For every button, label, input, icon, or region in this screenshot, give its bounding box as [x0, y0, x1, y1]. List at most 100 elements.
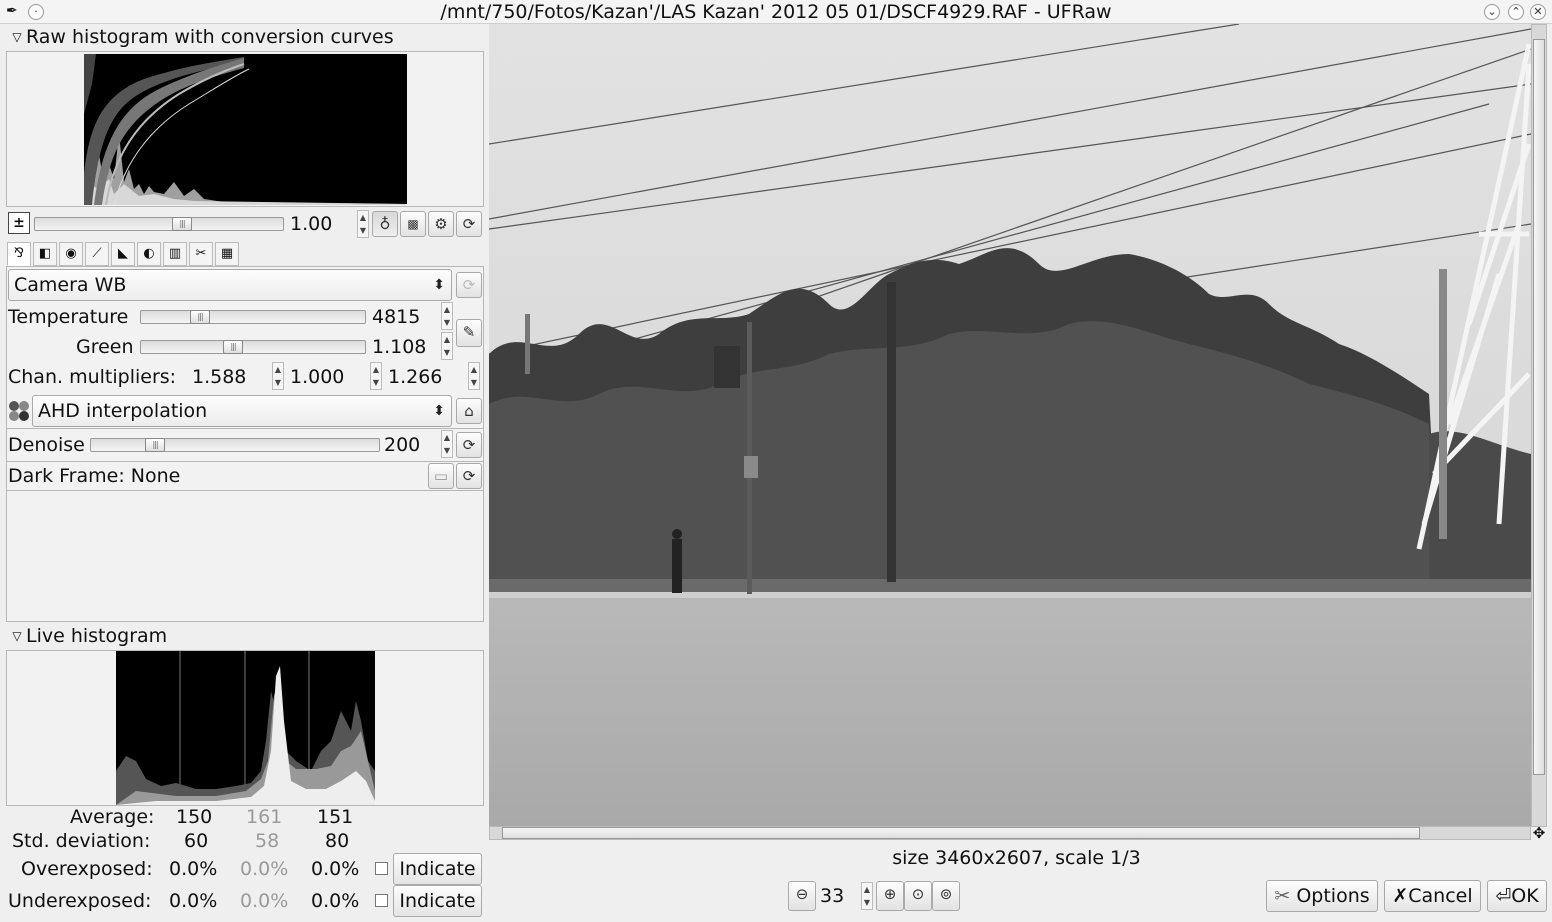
zoom-in-icon[interactable]: ⊕: [876, 881, 904, 911]
image-preview[interactable]: [489, 24, 1531, 827]
raw-histogram: [84, 54, 407, 205]
over-r: 0.0%: [169, 858, 218, 880]
under-g: 0.0%: [240, 890, 289, 912]
zoom-spin-arrows[interactable]: ▲ ▼: [861, 882, 873, 910]
interpolation-value: AHD interpolation: [38, 400, 208, 422]
interpolation-select[interactable]: AHD interpolation ⬍: [32, 395, 452, 427]
cancel-button[interactable]: ✗Cancel: [1384, 880, 1481, 912]
tab-correct-luminosity[interactable]: ◣: [111, 242, 135, 266]
chevron-updown-icon: ⬍: [433, 403, 445, 419]
title-bar: ✒ · /mnt/750/Fotos/Kazan'/LAS Kazan' 201…: [0, 0, 1552, 24]
average-b: 151: [317, 806, 354, 828]
exposure-spin-arrows[interactable]: ▲ ▼: [357, 210, 369, 238]
chan-b-spin-arrows[interactable]: ▲ ▼: [468, 362, 480, 390]
auto-exposure-icon[interactable]: ♁: [372, 211, 398, 237]
denoise-value[interactable]: 200: [384, 433, 420, 457]
denoise-spin-arrows[interactable]: ▲ ▼: [441, 430, 453, 458]
over-b: 0.0%: [311, 858, 360, 880]
temperature-slider[interactable]: |||: [140, 310, 366, 324]
gear-icon[interactable]: ⚙: [428, 211, 454, 237]
chan-multiplier-g[interactable]: 1.000: [290, 365, 344, 389]
over-g: 0.0%: [240, 858, 289, 880]
under-b: 0.0%: [311, 890, 360, 912]
live-histogram: [116, 651, 375, 805]
std-r: 60: [184, 830, 209, 852]
move-icon[interactable]: ✥: [1531, 825, 1547, 841]
folder-icon[interactable]: ▭: [428, 463, 454, 489]
cancel-icon: ✗: [1392, 885, 1409, 907]
reset-icon[interactable]: ⟳: [456, 211, 482, 237]
temperature-spin-arrows[interactable]: ▲ ▼: [441, 302, 453, 330]
green-slider-thumb[interactable]: |||: [223, 340, 243, 354]
indicate-overexposed-button[interactable]: Indicate: [393, 853, 482, 885]
ok-label: OK: [1511, 885, 1539, 907]
horizontal-scrollbar[interactable]: [489, 826, 1531, 840]
cancel-label: Cancel: [1408, 885, 1473, 907]
temperature-slider-thumb[interactable]: |||: [190, 310, 210, 324]
average-g: 161: [246, 806, 283, 828]
chan-multiplier-r[interactable]: 1.588: [192, 365, 246, 389]
zoom-out-icon[interactable]: ⊖: [788, 881, 816, 911]
chan-multipliers-label: Chan. multipliers:: [8, 366, 177, 388]
green-value[interactable]: 1.108: [372, 335, 426, 359]
green-spin-arrows[interactable]: ▲ ▼: [441, 332, 453, 360]
tab-lens-correction[interactable]: ◐: [137, 242, 161, 266]
denoise-slider[interactable]: |||: [90, 438, 380, 452]
options-button[interactable]: ✂ Options: [1266, 880, 1378, 912]
underexposed-checkbox[interactable]: [375, 894, 388, 907]
temperature-label: Temperature: [8, 306, 129, 328]
green-slider[interactable]: |||: [140, 340, 366, 354]
chan-g-spin-arrows[interactable]: ▲ ▼: [370, 362, 382, 390]
average-label: Average:: [70, 806, 155, 828]
denoise-slider-thumb[interactable]: |||: [145, 438, 165, 452]
exposure-slider[interactable]: |||: [34, 217, 284, 231]
overexposed-checkbox[interactable]: [375, 862, 388, 875]
live-histogram-frame: [6, 650, 484, 806]
minimize-icon[interactable]: ⌄: [1484, 4, 1500, 20]
eyedropper-icon[interactable]: ✎: [456, 319, 482, 347]
maximize-icon[interactable]: ⌃: [1508, 4, 1524, 20]
raw-histogram-expander[interactable]: ▽ Raw histogram with conversion curves: [8, 25, 393, 49]
close-icon[interactable]: ✕: [1530, 4, 1546, 20]
tab-grayscale[interactable]: ◧: [33, 242, 57, 266]
live-histogram-expander[interactable]: ▽ Live histogram: [8, 624, 167, 648]
brush-icon[interactable]: ⌂: [456, 398, 482, 424]
live-histogram-title: Live histogram: [26, 625, 168, 647]
green-label: Green: [76, 336, 134, 358]
options-icon: ✂: [1274, 885, 1291, 907]
tab-save[interactable]: ✂: [189, 242, 213, 266]
exposure-slider-thumb[interactable]: |||: [172, 217, 192, 231]
zoom-100-icon[interactable]: ⊚: [932, 881, 960, 911]
vertical-scrollbar-thumb[interactable]: [1533, 39, 1545, 775]
temperature-value[interactable]: 4815: [372, 305, 420, 329]
vertical-scrollbar[interactable]: [1531, 24, 1547, 827]
ok-button[interactable]: ⏎OK: [1487, 880, 1547, 912]
clip-icon[interactable]: ▩: [400, 211, 426, 237]
tab-white-balance[interactable]: ⅋: [7, 242, 31, 266]
dark-frame-reset-icon[interactable]: ⟳: [456, 463, 482, 489]
under-r: 0.0%: [169, 890, 218, 912]
white-balance-value: Camera WB: [14, 274, 127, 296]
window-title: /mnt/750/Fotos/Kazan'/LAS Kazan' 2012 05…: [440, 1, 1112, 23]
zoom-value[interactable]: 33: [820, 882, 844, 910]
chan-multiplier-b[interactable]: 1.266: [388, 365, 442, 389]
exposure-value[interactable]: 1.00: [290, 210, 332, 238]
chan-r-spin-arrows[interactable]: ▲ ▼: [272, 362, 284, 390]
denoise-label: Denoise: [8, 434, 85, 456]
wb-reset-icon[interactable]: ⟳: [456, 272, 482, 298]
tab-base-curve[interactable]: ⟋: [85, 242, 109, 266]
tab-exif[interactable]: ▦: [215, 242, 239, 266]
dark-frame-label: Dark Frame: None: [8, 465, 181, 487]
tab-crop[interactable]: ▥: [163, 242, 187, 266]
underexposed-label: Underexposed:: [8, 890, 152, 912]
live-histogram-graph: [116, 651, 375, 805]
options-label: Options: [1296, 885, 1370, 907]
indicate-underexposed-button[interactable]: Indicate: [393, 885, 482, 917]
zoom-fit-icon[interactable]: ⊙: [904, 881, 932, 911]
tab-color-management[interactable]: ◉: [59, 242, 83, 266]
horizontal-scrollbar-thumb[interactable]: [502, 827, 1420, 839]
chevron-updown-icon: ⬍: [433, 277, 445, 293]
denoise-reset-icon[interactable]: ⟳: [456, 432, 482, 458]
raw-histogram-graph: [84, 54, 407, 205]
white-balance-select[interactable]: Camera WB ⬍: [8, 269, 452, 301]
